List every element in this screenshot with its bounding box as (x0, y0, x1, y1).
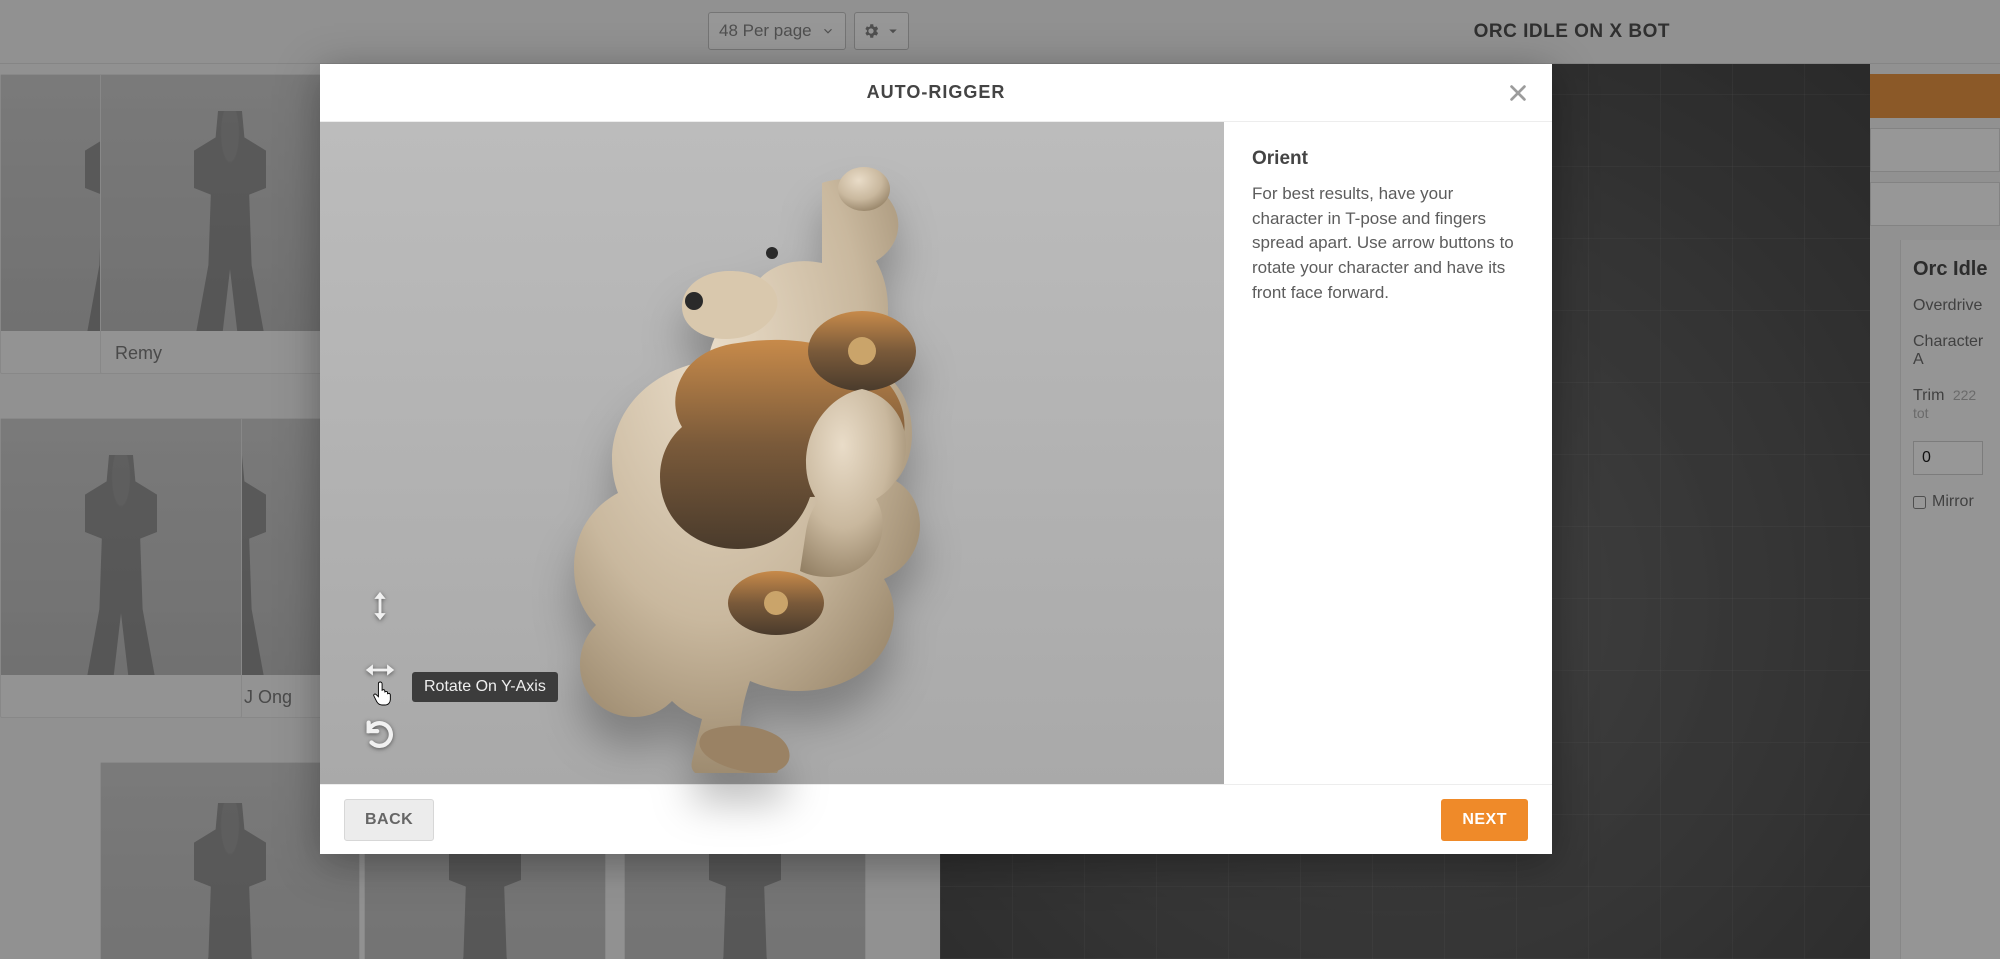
modal-side-panel: Orient For best results, have your chara… (1224, 122, 1552, 784)
orient-description: For best results, have your character in… (1252, 182, 1524, 305)
close-button[interactable] (1504, 79, 1532, 107)
back-button[interactable]: BACK (344, 799, 434, 841)
arrows-vertical-icon (363, 589, 397, 623)
character-preview-icon (562, 133, 982, 773)
rotate-y-tooltip: Rotate On Y-Axis (412, 672, 558, 702)
undo-icon (363, 717, 397, 751)
rotation-controls (360, 586, 400, 754)
modal-header: AUTO-RIGGER (320, 64, 1552, 122)
modal-footer: BACK NEXT (320, 784, 1552, 854)
modal-body: Rotate On Y-Axis Orient For best results… (320, 122, 1552, 784)
reset-rotation-button[interactable] (360, 714, 400, 754)
auto-rigger-modal: AUTO-RIGGER (320, 64, 1552, 854)
modal-title: AUTO-RIGGER (867, 82, 1006, 103)
next-button[interactable]: NEXT (1441, 799, 1528, 841)
model-viewport[interactable]: Rotate On Y-Axis (320, 122, 1224, 784)
cursor-pointer-icon (372, 680, 394, 706)
back-label: BACK (365, 811, 413, 829)
close-icon (1507, 82, 1529, 104)
next-label: NEXT (1462, 811, 1507, 829)
rotate-x-button[interactable] (360, 586, 400, 626)
orient-heading: Orient (1252, 148, 1524, 170)
